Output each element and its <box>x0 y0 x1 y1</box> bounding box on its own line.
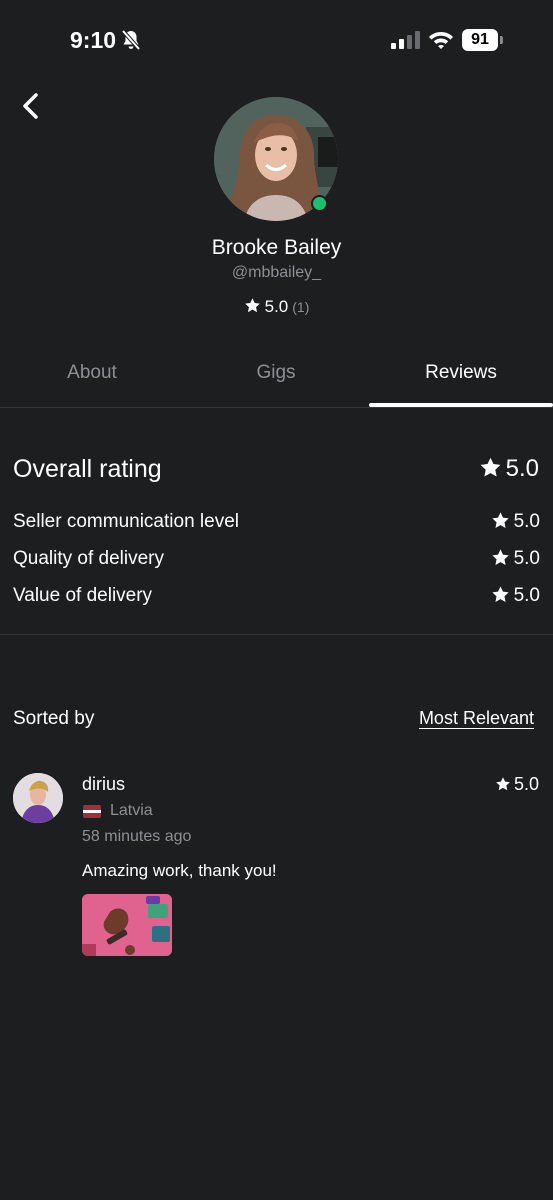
star-icon <box>491 585 510 604</box>
tab-about[interactable]: About <box>0 362 184 384</box>
review-rating-value: 5.0 <box>513 774 539 794</box>
star-icon <box>491 548 510 567</box>
signal-icon <box>391 31 420 49</box>
rating-row-label: Value of delivery <box>13 585 153 606</box>
rating-row-value: 5.0 <box>491 585 540 607</box>
chevron-left-icon <box>23 93 38 119</box>
rating-row-number: 5.0 <box>513 511 540 532</box>
profile-rating-count: (1) <box>292 299 310 315</box>
rating-row-value: 5.0 <box>491 548 540 570</box>
status-time: 9:10 <box>70 27 117 53</box>
star-icon <box>479 456 502 479</box>
reviewer-country: Latvia <box>110 802 153 819</box>
overall-rating-number: 5.0 <box>505 455 539 482</box>
rating-row-label: Quality of delivery <box>13 548 165 569</box>
overall-rating-label: Overall rating <box>13 455 162 483</box>
rating-row-value-of-delivery: Value of delivery 5.0 <box>13 585 540 609</box>
tab-reviews[interactable]: Reviews <box>369 362 553 384</box>
battery-icon: 91 <box>462 29 504 51</box>
wifi-icon <box>429 32 453 49</box>
star-icon <box>244 297 261 314</box>
star-icon <box>495 776 511 792</box>
battery-tip <box>500 36 503 44</box>
back-button[interactable] <box>14 88 48 124</box>
online-status-indicator <box>311 195 328 212</box>
overall-rating-value: 5.0 <box>479 455 539 483</box>
profile-name: Brooke Bailey <box>211 236 342 259</box>
star-icon <box>491 511 510 530</box>
profile-rating-value: 5.0 <box>264 297 289 316</box>
active-tab-indicator <box>369 403 553 407</box>
rating-row-number: 5.0 <box>513 585 540 606</box>
sort-dropdown[interactable]: Most Relevant <box>419 708 534 729</box>
profile-tabs: About Gigs Reviews <box>0 352 553 408</box>
rating-row-value: 5.0 <box>491 511 540 533</box>
status-bar: 9:10 91 <box>0 0 553 80</box>
profile-rating: 5.0 (1) <box>0 297 553 317</box>
latvia-flag-icon <box>83 805 101 818</box>
rating-row-label: Seller communication level <box>13 511 239 532</box>
tab-gigs[interactable]: Gigs <box>184 362 368 384</box>
review-attachment-image[interactable] <box>82 894 172 956</box>
review-text: Amazing work, thank you! <box>82 861 277 880</box>
profile-handle: @mbbailey_ <box>231 264 322 281</box>
review-rating: 5.0 <box>495 774 539 795</box>
sorted-by-label: Sorted by <box>13 708 95 729</box>
rating-row-quality: Quality of delivery 5.0 <box>13 548 540 572</box>
reviewer-name[interactable]: dirius <box>82 774 125 795</box>
bell-slash-icon <box>121 29 141 51</box>
reviewer-photo <box>13 773 63 823</box>
rating-row-communication: Seller communication level 5.0 <box>13 511 540 535</box>
review-attachment-thumbnail <box>82 894 172 956</box>
rating-row-number: 5.0 <box>513 548 540 569</box>
section-divider <box>0 634 553 635</box>
battery-level: 91 <box>462 29 498 51</box>
reviewer-avatar[interactable] <box>13 773 63 823</box>
review-timestamp: 58 minutes ago <box>82 828 192 845</box>
